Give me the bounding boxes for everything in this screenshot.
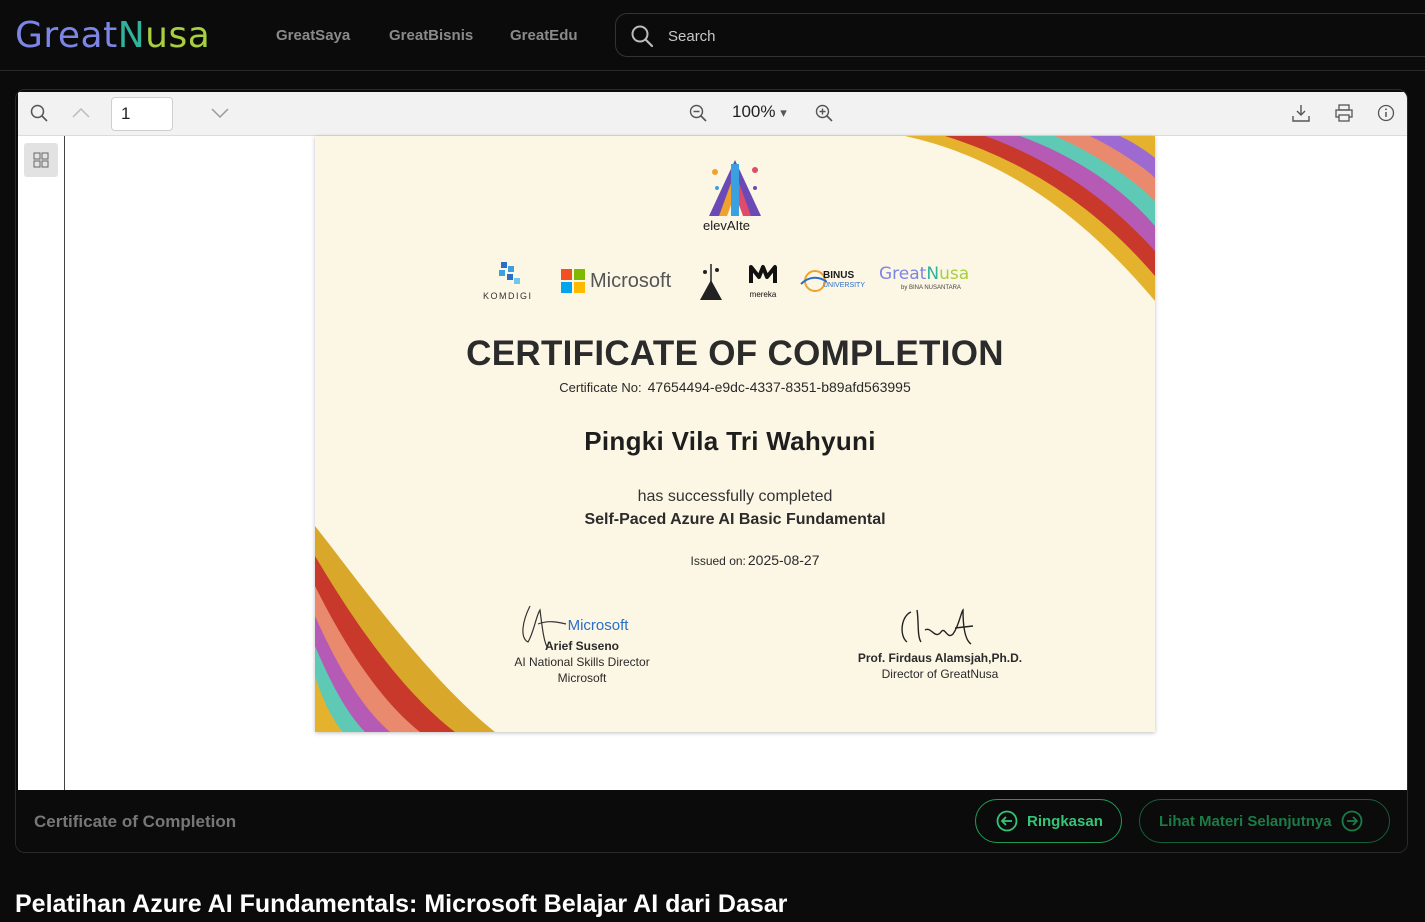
completion-statement: has successfully completed bbox=[637, 488, 833, 505]
top-navigation-bar: GreatNusa GreatSaya GreatBisnis GreatEdu bbox=[0, 0, 1425, 71]
search-icon bbox=[631, 25, 654, 48]
certificate-page: elevAIte KOMDIGI Microsoft mereka BINUS … bbox=[315, 136, 1155, 732]
elevaite-logo bbox=[709, 160, 761, 216]
binus-university-logo: BINUS UNIVERSITY bbox=[799, 261, 865, 301]
nav-link-greatsaya[interactable]: GreatSaya bbox=[276, 0, 350, 71]
page-number-input[interactable] bbox=[111, 97, 173, 131]
recipient-name: Pingki Vila Tri Wahyuni bbox=[584, 426, 876, 456]
course-name: Self-Paced Azure AI Basic Fundamental bbox=[584, 511, 886, 528]
signatory-microsoft: Microsoft Arief Suseno AI National Skill… bbox=[505, 618, 659, 686]
institution-emblem bbox=[697, 261, 725, 301]
next-material-button[interactable]: Lihat Materi Selanjutnya bbox=[1139, 799, 1390, 843]
certificate-viewer-panel: 100% ▾ bbox=[15, 89, 1408, 853]
certificate-title: CERTIFICATE OF COMPLETION bbox=[466, 334, 1004, 373]
search-bar bbox=[615, 13, 1425, 57]
download-icon[interactable] bbox=[1288, 100, 1314, 126]
grid-icon bbox=[33, 152, 49, 168]
pdf-viewer: 100% ▾ bbox=[18, 92, 1407, 790]
zoom-out-icon[interactable] bbox=[685, 100, 711, 126]
microsoft-logo: Microsoft bbox=[561, 261, 671, 301]
microsoft-wordmark: Microsoft bbox=[567, 617, 629, 634]
arrow-left-circle-icon bbox=[996, 810, 1018, 832]
greatnusa-partner-logo: GreatNusa by BINA NUSANTARA bbox=[879, 264, 970, 292]
arrow-right-circle-icon bbox=[1341, 810, 1362, 832]
nav-link-greatbisnis[interactable]: GreatBisnis bbox=[389, 0, 473, 71]
info-icon[interactable] bbox=[1373, 100, 1399, 126]
nav-link-greatedu[interactable]: GreatEdu bbox=[510, 0, 578, 71]
signature-firdaus-alamsjah bbox=[901, 608, 974, 645]
signatory-greatnusa: Prof. Firdaus Alamsjah,Ph.D. Director of… bbox=[857, 651, 1023, 681]
document-label: Certificate of Completion bbox=[34, 812, 237, 831]
komdigi-logo: KOMDIGI bbox=[483, 261, 533, 301]
viewer-footer: Certificate of Completion Ringkasan Liha… bbox=[16, 790, 1407, 852]
find-icon[interactable] bbox=[26, 100, 52, 126]
print-icon[interactable] bbox=[1331, 100, 1357, 126]
zoom-in-icon[interactable] bbox=[811, 100, 837, 126]
certificate-number: Certificate No: 47654494-e9dc-4337-8351-b… bbox=[559, 379, 911, 395]
course-title-heading: Pelatihan Azure AI Fundamentals: Microso… bbox=[15, 890, 788, 918]
thumbnails-toggle-button[interactable] bbox=[24, 143, 58, 177]
pdf-toolbar: 100% ▾ bbox=[18, 92, 1407, 136]
elevaite-wordmark: elevAIte bbox=[703, 218, 750, 233]
previous-page-icon[interactable] bbox=[68, 100, 94, 126]
issued-date: Issued on: 2025-08-27 bbox=[690, 552, 820, 568]
chevron-down-icon: ▾ bbox=[780, 105, 787, 120]
zoom-select[interactable]: 100% ▾ bbox=[732, 102, 787, 122]
search-input[interactable] bbox=[668, 24, 1368, 48]
next-page-icon[interactable] bbox=[207, 100, 233, 126]
greatnusa-logo[interactable]: GreatNusa bbox=[15, 14, 210, 58]
mereka-logo: mereka bbox=[749, 261, 777, 301]
summary-button[interactable]: Ringkasan bbox=[975, 799, 1122, 843]
pdf-sidebar bbox=[18, 136, 65, 790]
